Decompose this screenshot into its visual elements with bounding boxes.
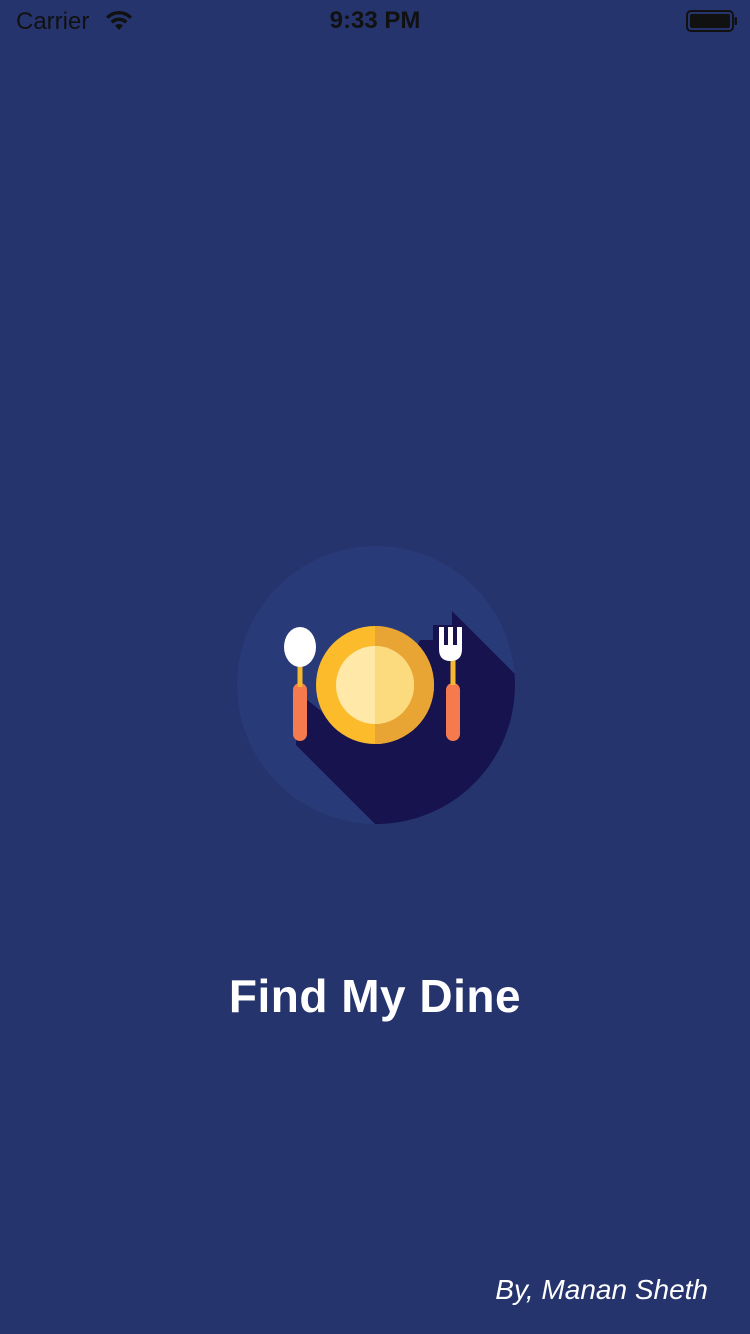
battery-icon [686, 10, 737, 32]
app-logo-icon [237, 546, 515, 824]
app-title: Find My Dine [228, 970, 522, 1022]
status-bar: Carrier 9:33 PM [0, 0, 750, 40]
author-credit: By, Manan Sheth [495, 1274, 708, 1305]
clock-time: 9:33 PM [329, 7, 421, 34]
plate-icon [316, 626, 434, 744]
splash-screen: Carrier 9:33 PM Find My Dine By, Manan S… [0, 0, 750, 1334]
